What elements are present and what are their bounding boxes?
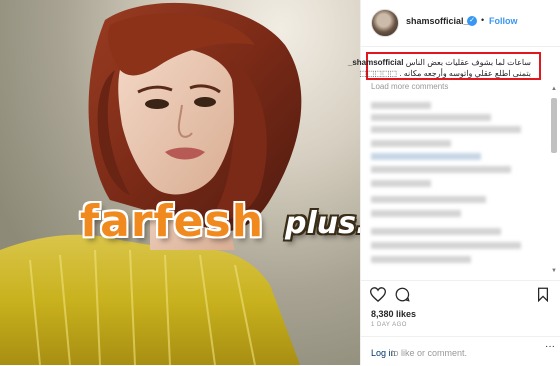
load-more-comments-link[interactable]: Load more comments [371,82,448,91]
post-footer: Log in to like or comment. ··· [361,336,560,366]
blurred-comment [371,242,521,249]
verified-badge-icon: ✓ [467,16,477,26]
blurred-comments [371,100,543,270]
blurred-comment [371,256,471,263]
caption-highlight: ساعات لما بشوف عقليات بعض الناس shamsoff… [348,52,541,80]
portrait-illustration [0,2,302,365]
caption-line-2: بتمنى اطلع عقلي واتوسه وأرجعه مكانه . ⬚⬚… [359,69,531,78]
blurred-comment [371,166,511,173]
username-link[interactable]: shamsofficial_ [406,16,469,26]
comments-scrollbar[interactable]: ▲ ▼ [550,86,558,276]
post-photo: farfesh plus.com [0,0,360,365]
blurred-comment [371,140,451,147]
bookmark-icon[interactable] [537,287,549,302]
separator-dot: • [481,15,485,25]
watermark-main-text: farfesh [80,196,265,247]
post-header: shamsofficial_ ✓ • Follow [361,0,560,47]
caption-text: ساعات لما بشوف عقليات بعض الناس [405,58,531,67]
blurred-comment [371,228,501,235]
post-actions [361,280,560,307]
scrollbar-thumb[interactable] [551,98,557,153]
follow-button[interactable]: Follow [489,16,518,26]
blurred-comment [371,180,431,187]
post-sidebar: shamsofficial_ ✓ • Follow ساعات لما بشوف… [348,0,560,366]
blurred-comment [371,210,461,217]
blurred-comment [371,126,521,133]
blurred-comment [371,102,431,109]
avatar[interactable] [371,9,399,37]
like-count[interactable]: 8,380 likes [371,309,416,319]
heart-icon[interactable] [370,287,386,302]
blurred-comment [371,153,481,160]
login-prompt-text: to like or comment. [391,348,468,358]
caption-username[interactable]: shamsofficial_ [348,58,404,67]
more-options-icon[interactable]: ··· [545,342,555,352]
scroll-down-icon[interactable]: ▼ [551,268,557,274]
caption-line-1: ساعات لما بشوف عقليات بعض الناس shamsoff… [348,58,531,67]
watermark: farfesh plus.com [80,196,360,256]
blurred-comment [371,196,486,203]
blurred-comment [371,114,491,121]
post-timestamp[interactable]: 1 DAY AGO [371,322,407,328]
comment-icon[interactable] [395,287,410,302]
watermark-sub-text: plus.com [285,206,360,241]
scroll-up-icon[interactable]: ▲ [551,86,557,92]
